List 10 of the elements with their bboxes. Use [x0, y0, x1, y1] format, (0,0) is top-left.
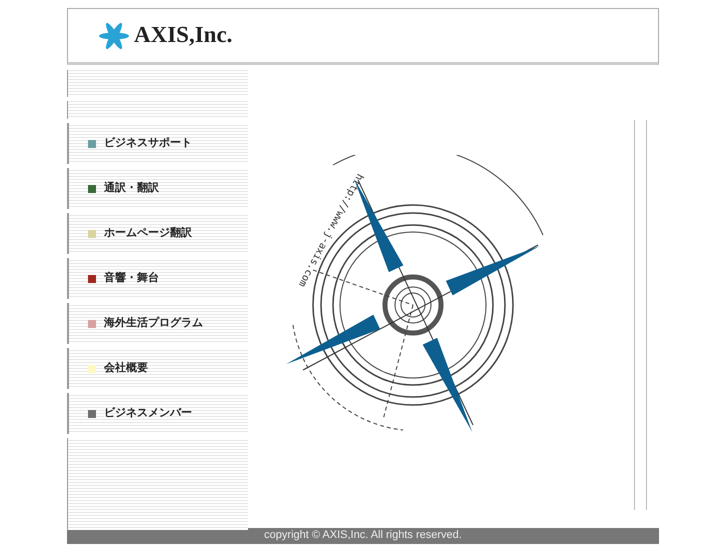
sidebar-menu-item[interactable]: ビジネスメンバー [67, 393, 248, 434]
sidebar-menu-item[interactable]: 会社概要 [67, 348, 248, 389]
sidebar-menu-item[interactable]: 海外生活プログラム [67, 303, 248, 344]
star-logo-icon [98, 22, 130, 50]
sidebar-menu-item[interactable]: ホームページ翻訳 [67, 213, 248, 254]
sidebar-menu-item[interactable]: 通訳・翻訳 [67, 168, 248, 209]
sidebar-menu-item[interactable]: ビジネスサポート [67, 123, 248, 164]
sidebar-menu-item[interactable]: 音響・舞台 [67, 258, 248, 299]
copyright-text: copyright © AXIS,Inc. All rights reserved. [264, 528, 462, 542]
logo-text: AXIS,Inc. [134, 21, 232, 50]
